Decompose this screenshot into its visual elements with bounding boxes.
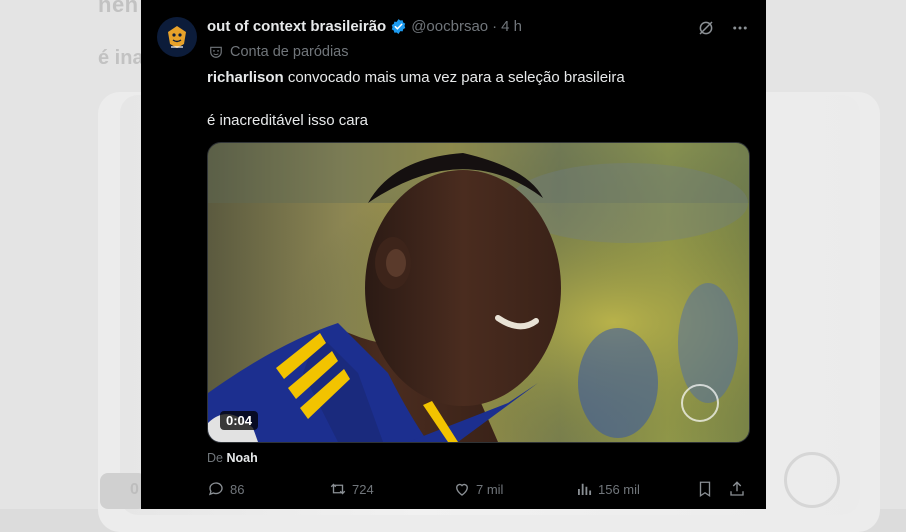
bookmark-icon [699,481,711,498]
grok-icon[interactable] [696,18,716,38]
repost-count: 724 [352,481,374,497]
like-count: 7 mil [476,481,504,497]
avatar[interactable] [157,17,197,57]
tweet-actions: 86 724 7 mil 156 mil [207,480,748,502]
parody-label-row: Conta de paródias [209,44,349,60]
tweet-text-line-2: é inacreditável isso cara [207,112,368,129]
background-badge: 0 [100,473,146,509]
separator-dot: · [492,18,498,35]
reply-count: 86 [230,481,245,497]
more-icon[interactable] [730,18,750,38]
mention-text: richarlison [207,69,284,86]
handle[interactable]: @oocbrsao [411,18,488,35]
tweet-text-line-1: richarlison convocado mais uma vez para … [207,69,625,86]
share-button[interactable] [728,480,746,498]
views-button[interactable]: 156 mil [575,480,640,498]
video-source: De Noah [207,451,258,465]
views-icon [578,483,592,495]
video-duration: 0:04 [220,411,259,430]
display-name[interactable]: out of context brasileirão [207,18,386,35]
video-thumbnail [208,143,749,442]
background-text-top: nen [98,0,139,17]
source-prefix: De [207,451,223,465]
like-icon [456,483,468,496]
reply-icon [208,482,223,496]
share-icon [730,481,744,496]
tweet-text-rest: convocado mais uma vez para a seleção br… [283,69,625,86]
brasileirao-logo-icon [168,26,186,48]
timestamp[interactable]: 4 h [501,18,522,35]
tweet-top-actions [696,18,750,38]
parody-mask-icon [210,46,222,58]
parody-label: Conta de paródias [230,44,349,60]
tweet-header: out of context brasileirão @oocbrsao · 4… [207,18,522,35]
like-button[interactable]: 7 mil [453,480,503,498]
repost-icon [330,483,346,495]
reply-button[interactable]: 86 [207,480,244,498]
broadcaster-watermark-icon [681,384,719,422]
background-watermark-icon [784,452,840,508]
views-count: 156 mil [598,481,640,497]
background-text-mid: é ina [98,47,144,69]
tweet-card[interactable]: out of context brasileirão @oocbrsao · 4… [141,0,766,509]
source-name[interactable]: Noah [226,451,257,465]
video-player[interactable]: 0:04 [207,142,750,443]
bookmark-button[interactable] [696,480,714,498]
verified-badge-icon [391,19,406,34]
repost-button[interactable]: 724 [329,480,374,498]
